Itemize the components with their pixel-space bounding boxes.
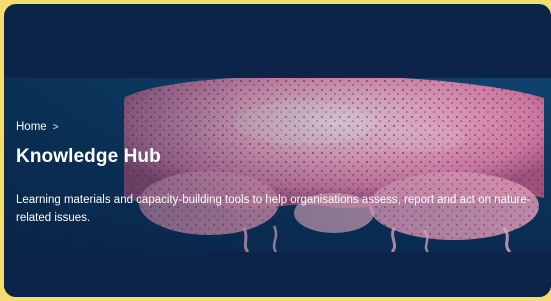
hero-card: Home > Knowledge Hub Learning materials … — [4, 4, 551, 297]
page-description: Learning materials and capacity-building… — [16, 194, 531, 224]
breadcrumb-home-link[interactable]: Home — [16, 121, 47, 133]
hero-banner: Home > Knowledge Hub Learning materials … — [4, 78, 551, 252]
hero-bottom-band — [4, 252, 551, 297]
breadcrumb-separator: > — [52, 121, 59, 133]
page-title: Knowledge Hub — [16, 146, 161, 167]
breadcrumb: Home > — [16, 121, 59, 133]
